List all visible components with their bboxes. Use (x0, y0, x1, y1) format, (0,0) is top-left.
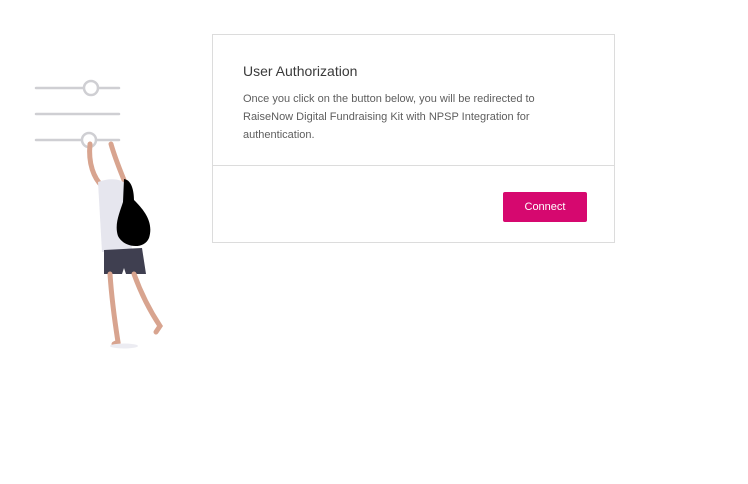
settings-sliders-person-icon (34, 79, 164, 349)
connect-button[interactable]: Connect (503, 192, 587, 222)
dialog-body: User Authorization Once you click on the… (213, 35, 614, 166)
authorization-dialog: User Authorization Once you click on the… (212, 34, 615, 243)
page: User Authorization Once you click on the… (0, 0, 748, 484)
dialog-title: User Authorization (243, 63, 358, 79)
dialog-message: Once you click on the button below, you … (243, 93, 535, 141)
